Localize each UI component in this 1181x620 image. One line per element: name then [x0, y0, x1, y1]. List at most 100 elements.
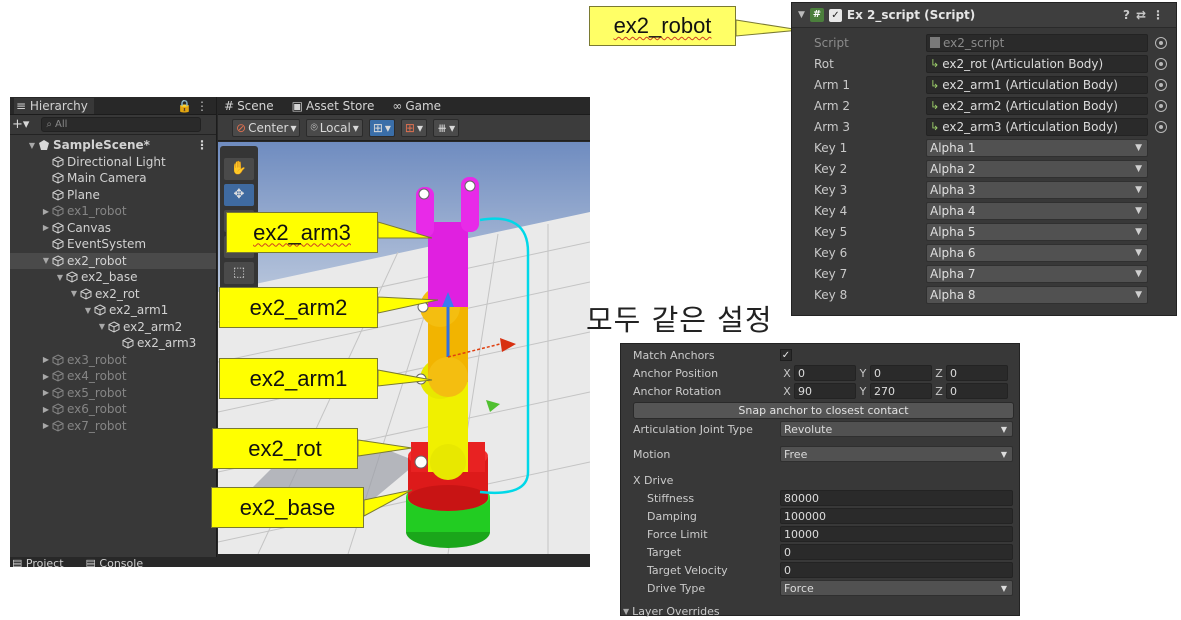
anchor-position-z[interactable]: 0: [946, 365, 1008, 381]
hierarchy-item-label: Main Camera: [67, 171, 147, 186]
expand-arrow-right-icon[interactable]: ▶: [40, 372, 52, 381]
object-field[interactable]: ↳ ex2_arm1 (Articulation Body): [926, 75, 1148, 94]
script-component-header[interactable]: ▼ # ✓ Ex 2_script (Script) ?⇄⋮: [792, 3, 1176, 28]
object-picker-icon[interactable]: [1155, 78, 1167, 91]
motion-dropdown[interactable]: Free ▼: [780, 446, 1013, 462]
expand-arrow-right-icon[interactable]: ▶: [40, 207, 52, 216]
key-dropdown[interactable]: Alpha 7 ▼: [926, 264, 1148, 283]
callout-ex2-robot: ex2_robot: [589, 6, 736, 46]
snap-increment-dropdown[interactable]: ⊞ ▾: [400, 118, 428, 137]
object-picker-icon[interactable]: [1155, 57, 1167, 70]
expand-arrow-right-icon[interactable]: ▶: [40, 421, 52, 430]
expand-arrow-right-icon[interactable]: ▶: [40, 355, 52, 364]
hierarchy-item[interactable]: ▶ ex4_robot: [10, 368, 216, 385]
hierarchy-item[interactable]: ▶ ex6_robot: [10, 401, 216, 418]
hierarchy-search-input[interactable]: ⌕ All: [41, 117, 202, 132]
property-label: Key 7: [814, 266, 848, 281]
tab-console[interactable]: ▤ Console: [86, 557, 144, 567]
key-dropdown[interactable]: Alpha 6 ▼: [926, 243, 1148, 262]
hierarchy-item[interactable]: ▶ ex5_robot: [10, 385, 216, 402]
hierarchy-item[interactable]: Directional Light: [10, 154, 216, 171]
hierarchy-lock-menu-icon[interactable]: 🔒⋮: [177, 99, 212, 113]
key-dropdown[interactable]: Alpha 2 ▼: [926, 159, 1148, 178]
hierarchy-item[interactable]: ▼ SampleScene* ⋮: [10, 137, 216, 154]
hierarchy-item[interactable]: ▼ ex2_base: [10, 269, 216, 286]
target-field[interactable]: 0: [780, 544, 1013, 560]
hierarchy-item[interactable]: ▶ ex1_robot: [10, 203, 216, 220]
expand-arrow-down-icon[interactable]: ▼: [26, 141, 38, 150]
property-label: Key 5: [814, 224, 848, 239]
snap-anchor-button[interactable]: Snap anchor to closest contact: [633, 402, 1014, 419]
pivot-center-dropdown[interactable]: ⊘ Center ▾: [232, 118, 301, 137]
object-field[interactable]: ↳ ex2_rot (Articulation Body): [926, 54, 1148, 73]
grid-snap-toggle[interactable]: ⊞ ▾: [368, 118, 395, 137]
hierarchy-item[interactable]: Main Camera: [10, 170, 216, 187]
help-icon[interactable]: ?: [1123, 8, 1136, 22]
hand-tool-icon[interactable]: ✋: [224, 158, 254, 180]
expand-arrow-right-icon[interactable]: ▶: [40, 405, 52, 414]
hierarchy-item[interactable]: ▶ Canvas: [10, 220, 216, 237]
foldout-arrow-icon[interactable]: ▼: [621, 607, 629, 616]
stiffness-field[interactable]: 80000: [780, 490, 1013, 506]
hierarchy-item[interactable]: ▼ ex2_rot: [10, 286, 216, 303]
hierarchy-item[interactable]: ▼ ex2_robot: [10, 252, 216, 269]
expand-arrow-down-icon[interactable]: ▼: [40, 256, 52, 265]
grid-visibility-dropdown[interactable]: ⧻ ▾: [433, 118, 460, 137]
key-dropdown[interactable]: Alpha 1 ▼: [926, 138, 1148, 157]
expand-arrow-right-icon[interactable]: ▶: [40, 223, 52, 232]
hierarchy-item[interactable]: ex2_arm3: [10, 335, 216, 352]
hierarchy-item[interactable]: ▼ ex2_arm1: [10, 302, 216, 319]
space-local-dropdown[interactable]: ⌾ Local ▾: [306, 118, 363, 137]
tab-game[interactable]: ∞ Game: [392, 99, 441, 113]
kebab-menu-icon[interactable]: ⋮: [1152, 8, 1170, 22]
scene-menu-icon[interactable]: ⋮: [196, 138, 216, 152]
object-picker-icon[interactable]: [1155, 99, 1167, 112]
anchor-position-y[interactable]: 0: [870, 365, 932, 381]
anchor-rotation-y[interactable]: 270: [870, 383, 932, 399]
xdrive-label: X Drive: [633, 473, 674, 487]
grid-visibility-icon: ⧻: [437, 120, 448, 135]
tab-scene[interactable]: # Scene: [224, 99, 274, 113]
target-velocity-field[interactable]: 0: [780, 562, 1013, 578]
hierarchy-item[interactable]: Plane: [10, 187, 216, 204]
drive-type-dropdown[interactable]: Force ▼: [780, 580, 1013, 596]
move-tool-icon[interactable]: ✥: [224, 184, 254, 206]
hierarchy-tab[interactable]: ≡ Hierarchy: [14, 97, 94, 114]
object-field[interactable]: ↳ ex2_arm3 (Articulation Body): [926, 117, 1148, 136]
tab-asset-store[interactable]: ▣ Asset Store: [292, 99, 375, 113]
joint-type-dropdown[interactable]: Revolute ▼: [780, 421, 1013, 437]
pivot-icon: ⊘: [236, 120, 247, 135]
key-dropdown[interactable]: Alpha 5 ▼: [926, 222, 1148, 241]
object-field[interactable]: ↳ ex2_arm2 (Articulation Body): [926, 96, 1148, 115]
anchor-rotation-z[interactable]: 0: [946, 383, 1008, 399]
hierarchy-item-label: EventSystem: [67, 237, 147, 252]
match-anchors-checkbox[interactable]: ✓: [780, 349, 792, 361]
key-dropdown[interactable]: Alpha 8 ▼: [926, 285, 1148, 304]
script-component-icon: #: [809, 8, 824, 22]
foldout-arrow-icon[interactable]: ▼: [798, 10, 805, 20]
add-object-button[interactable]: +▾: [12, 117, 29, 132]
rect-tool-icon[interactable]: ⬚: [224, 262, 254, 284]
key-dropdown[interactable]: Alpha 4 ▼: [926, 201, 1148, 220]
expand-arrow-down-icon[interactable]: ▼: [68, 289, 80, 298]
presets-icon[interactable]: ⇄: [1136, 8, 1152, 22]
expand-arrow-down-icon[interactable]: ▼: [54, 273, 66, 282]
hierarchy-item[interactable]: ▶ ex7_robot: [10, 418, 216, 435]
hierarchy-item[interactable]: ▶ ex3_robot: [10, 352, 216, 369]
expand-arrow-right-icon[interactable]: ▶: [40, 388, 52, 397]
hierarchy-item[interactable]: EventSystem: [10, 236, 216, 253]
damping-field[interactable]: 100000: [780, 508, 1013, 524]
object-picker-icon[interactable]: [1155, 36, 1167, 49]
anchor-rotation-x[interactable]: 90: [794, 383, 856, 399]
hierarchy-item[interactable]: ▼ ex2_arm2: [10, 319, 216, 336]
property-row: Key 3 Alpha 3 ▼: [792, 179, 1176, 200]
anchor-position-x[interactable]: 0: [794, 365, 856, 381]
expand-arrow-down-icon[interactable]: ▼: [82, 306, 94, 315]
component-enabled-checkbox[interactable]: ✓: [828, 8, 842, 22]
object-picker-icon[interactable]: [1155, 120, 1167, 133]
tab-project[interactable]: ▤ Project: [12, 557, 64, 567]
key-dropdown[interactable]: Alpha 3 ▼: [926, 180, 1148, 199]
force-limit-field[interactable]: 10000: [780, 526, 1013, 542]
expand-arrow-down-icon[interactable]: ▼: [96, 322, 108, 331]
layer-overrides-row[interactable]: ▼ Layer Overrides: [621, 602, 1019, 620]
